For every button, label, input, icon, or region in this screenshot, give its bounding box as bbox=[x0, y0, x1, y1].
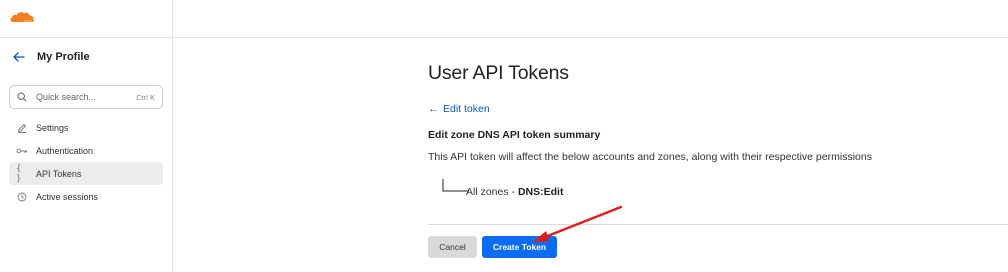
summary-heading: Edit zone DNS API token summary bbox=[428, 129, 601, 141]
create-token-button[interactable]: Create Token bbox=[482, 236, 557, 258]
sidebar-item-label: Settings bbox=[36, 122, 69, 133]
arrow-left-icon[interactable] bbox=[12, 50, 26, 64]
sidebar-item-active-sessions[interactable]: Active sessions bbox=[9, 185, 163, 208]
cancel-button[interactable]: Cancel bbox=[428, 236, 477, 258]
sidebar-item-label: API Tokens bbox=[36, 168, 82, 179]
search-placeholder: Quick search... bbox=[36, 92, 97, 102]
search-icon bbox=[17, 92, 27, 102]
sidebar-item-settings[interactable]: Settings bbox=[9, 116, 163, 139]
sidebar-item-label: Authentication bbox=[36, 145, 94, 156]
main-content: User API Tokens ← Edit token Edit zone D… bbox=[428, 0, 1008, 272]
zone-permission: DNS:Edit bbox=[517, 186, 564, 198]
key-icon bbox=[16, 145, 28, 157]
sidebar-title: My Profile bbox=[37, 51, 90, 63]
edit-token-label: Edit token bbox=[443, 103, 490, 115]
sidebar-item-label: Active sessions bbox=[36, 191, 99, 202]
profile-header: My Profile bbox=[0, 38, 172, 76]
sidebar: My Profile Quick search... Ctrl K Settin… bbox=[0, 0, 173, 272]
sidebar-nav: Settings Authentication { } API Tokens A… bbox=[9, 116, 163, 208]
zone-name: All zones bbox=[466, 186, 509, 198]
search-shortcut: Ctrl K bbox=[136, 92, 155, 102]
zone-permission-row: All zones - DNS:Edit bbox=[466, 186, 563, 198]
braces-icon: { } bbox=[16, 163, 22, 184]
cloudflare-logo-icon[interactable] bbox=[9, 10, 35, 24]
logo-row bbox=[0, 0, 172, 38]
arrow-left-icon: ← bbox=[428, 103, 439, 115]
sidebar-item-authentication[interactable]: Authentication bbox=[9, 139, 163, 162]
summary-description: This API token will affect the below acc… bbox=[428, 151, 872, 163]
sidebar-item-api-tokens[interactable]: { } API Tokens bbox=[9, 162, 163, 185]
quick-search-input[interactable]: Quick search... Ctrl K bbox=[9, 85, 163, 109]
zone-separator: - bbox=[508, 186, 518, 198]
divider bbox=[428, 224, 1008, 225]
edit-token-link[interactable]: ← Edit token bbox=[428, 103, 490, 115]
page-title: User API Tokens bbox=[428, 62, 569, 84]
clock-icon bbox=[16, 191, 28, 203]
pencil-icon bbox=[16, 122, 28, 134]
